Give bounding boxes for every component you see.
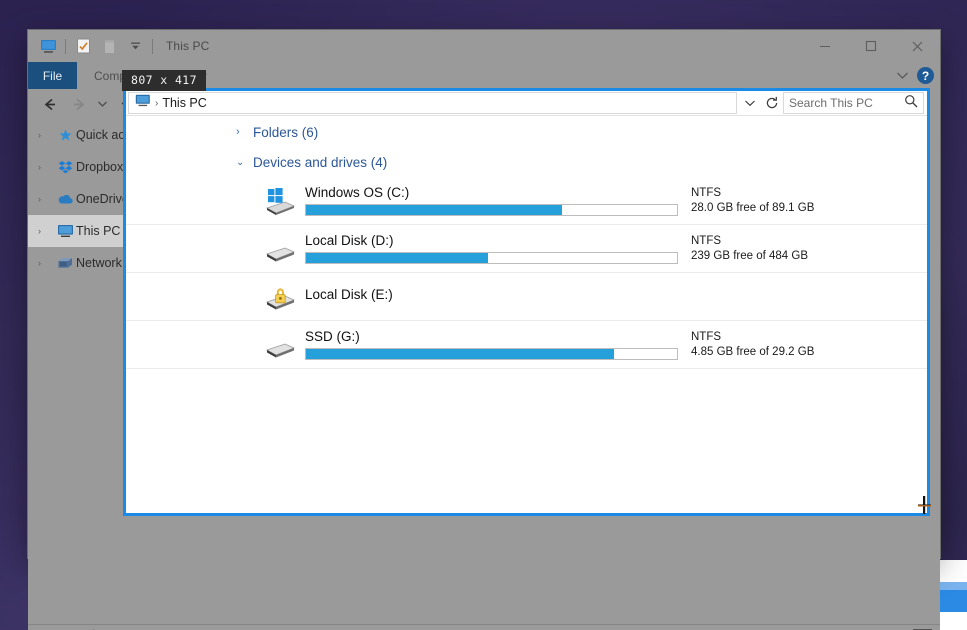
- breadcrumb-separator: ›: [155, 98, 158, 109]
- drive-meta-d: NTFS 239 GB free of 484 GB: [691, 234, 808, 264]
- dropbox-icon: [54, 160, 76, 174]
- group-header-folders[interactable]: › Folders (6): [126, 117, 927, 147]
- back-button[interactable]: [36, 90, 64, 118]
- locked-drive-icon: [263, 280, 297, 314]
- maximize-button[interactable]: [848, 30, 894, 62]
- drive-name: Local Disk (D:): [305, 233, 687, 248]
- drive-name: SSD (G:): [305, 329, 687, 344]
- drive-info-d: Local Disk (D:): [305, 233, 687, 264]
- capacity-bar-fill: [306, 253, 488, 263]
- this-pc-icon: [135, 94, 151, 113]
- drive-meta-c: NTFS 28.0 GB free of 89.1 GB: [691, 186, 814, 216]
- drive-info-e: Local Disk (E:): [305, 287, 687, 306]
- drive-row-c[interactable]: Windows OS (C:) NTFS 28.0 GB free of 89.…: [126, 177, 927, 225]
- help-button[interactable]: ?: [917, 67, 934, 84]
- resize-grip-cursor[interactable]: [918, 496, 932, 518]
- filesystem-label: NTFS: [691, 186, 814, 201]
- background-window-peek[interactable]: [937, 560, 967, 630]
- sidebar-item-label: OneDrive: [76, 192, 129, 206]
- drive-info-g: SSD (G:): [305, 329, 687, 360]
- filesystem-label: NTFS: [691, 234, 808, 249]
- sidebar-item-label: Dropbox: [76, 160, 123, 174]
- chevron-right-icon[interactable]: ›: [38, 226, 54, 236]
- file-list-pane[interactable]: › Folders (6) ⌄ Devices and drives (4): [126, 117, 927, 513]
- properties-icon[interactable]: [70, 34, 96, 58]
- tab-file[interactable]: File: [28, 62, 77, 89]
- drive-row-d[interactable]: Local Disk (D:) NTFS 239 GB free of 484 …: [126, 225, 927, 273]
- quick-access-toolbar[interactable]: [28, 34, 157, 58]
- toolbar-separator-2: [152, 39, 153, 54]
- background-window-band-light: [938, 582, 967, 590]
- monitor-icon: [54, 224, 76, 238]
- windows-drive-icon: [263, 184, 297, 218]
- star-icon: [54, 128, 76, 143]
- drive-row-e[interactable]: Local Disk (E:): [126, 273, 927, 321]
- sidebar-item-label: This PC: [76, 224, 120, 238]
- drive-name: Windows OS (C:): [305, 185, 687, 200]
- recent-locations-button[interactable]: [92, 90, 112, 118]
- chevron-right-icon[interactable]: ›: [38, 162, 54, 172]
- chevron-down-icon[interactable]: [896, 67, 909, 85]
- preview-content: › This PC Search This PC: [126, 91, 927, 513]
- capacity-bar-fill: [306, 349, 614, 359]
- capacity-label: 239 GB free of 484 GB: [691, 249, 808, 264]
- chevron-right-icon[interactable]: ›: [38, 130, 54, 140]
- status-bar: 10 items: [28, 624, 940, 630]
- capacity-bar: [305, 348, 678, 360]
- drive-icon: [263, 328, 297, 362]
- chevron-right-icon[interactable]: ›: [38, 194, 54, 204]
- capacity-bar: [305, 252, 678, 264]
- window-controls[interactable]: [802, 30, 940, 62]
- new-folder-icon[interactable]: [96, 34, 122, 58]
- close-button[interactable]: [894, 30, 940, 62]
- group-header-devices[interactable]: ⌄ Devices and drives (4): [126, 147, 927, 177]
- search-icon[interactable]: [904, 94, 918, 113]
- this-pc-icon[interactable]: [35, 34, 61, 58]
- breadcrumb-path[interactable]: This PC: [162, 96, 206, 110]
- drive-info-c: Windows OS (C:): [305, 185, 687, 216]
- drive-name: Local Disk (E:): [305, 287, 687, 302]
- window-resize-preview[interactable]: › This PC Search This PC: [123, 88, 930, 516]
- toolbar-separator: [65, 39, 66, 54]
- background-window-band-blue: [938, 590, 967, 612]
- filesystem-label: NTFS: [691, 330, 814, 345]
- address-dropdown-icon[interactable]: [739, 99, 761, 107]
- ribbon-right-controls[interactable]: ?: [896, 62, 934, 89]
- chevron-down-icon[interactable]: ⌄: [236, 157, 253, 168]
- window-title: This PC: [166, 39, 209, 53]
- address-bar[interactable]: › This PC Search This PC: [126, 91, 927, 116]
- group-header-label: Folders (6): [253, 125, 318, 140]
- customize-dropdown-icon[interactable]: [122, 34, 148, 58]
- search-input[interactable]: Search This PC: [783, 92, 924, 114]
- chevron-right-icon[interactable]: ›: [38, 258, 54, 268]
- group-header-label: Devices and drives (4): [253, 155, 387, 170]
- chevron-right-icon[interactable]: ›: [236, 126, 253, 138]
- capacity-label: 4.85 GB free of 29.2 GB: [691, 345, 814, 360]
- forward-button[interactable]: [64, 90, 92, 118]
- sidebar-item-label: Network: [76, 256, 122, 270]
- minimize-button[interactable]: [802, 30, 848, 62]
- cloud-icon: [54, 193, 76, 205]
- capacity-bar-fill: [306, 205, 562, 215]
- drive-meta-g: NTFS 4.85 GB free of 29.2 GB: [691, 330, 814, 360]
- capacity-label: 28.0 GB free of 89.1 GB: [691, 201, 814, 216]
- capacity-bar: [305, 204, 678, 216]
- refresh-icon[interactable]: [761, 96, 783, 110]
- network-icon: [54, 256, 76, 270]
- resize-dimension-tooltip: 807 x 417: [122, 70, 206, 91]
- breadcrumb[interactable]: › This PC: [128, 92, 737, 114]
- search-placeholder: Search This PC: [789, 96, 904, 110]
- drive-icon: [263, 232, 297, 266]
- title-bar[interactable]: This PC: [28, 30, 940, 62]
- drive-row-g[interactable]: SSD (G:) NTFS 4.85 GB free of 29.2 GB: [126, 321, 927, 369]
